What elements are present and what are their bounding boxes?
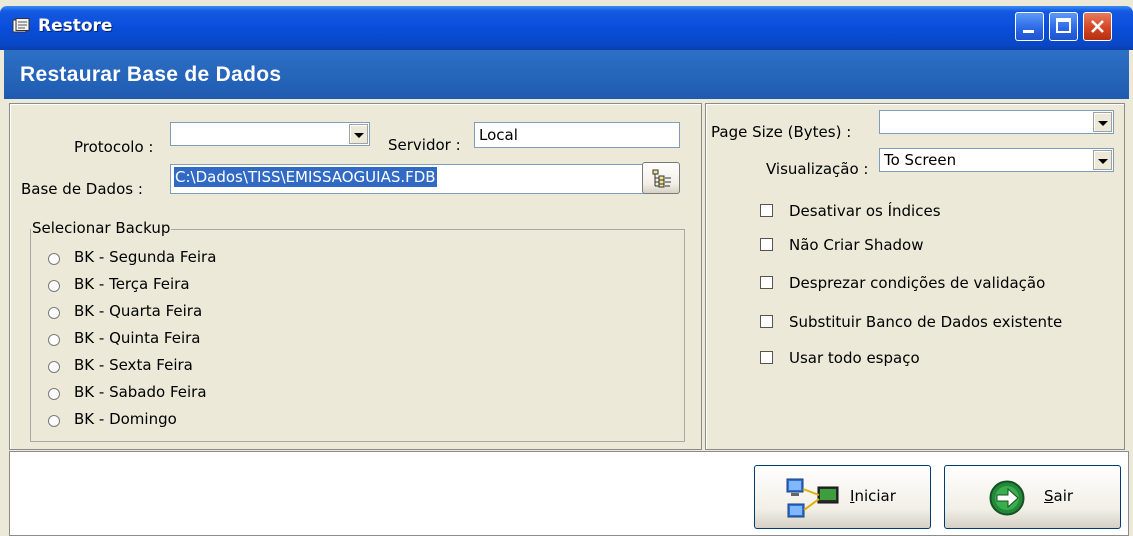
checkbox-nao-criar-shadow[interactable] — [760, 238, 773, 251]
servidor-label: Servidor : — [388, 136, 461, 154]
arrow-right-circle-icon — [989, 480, 1025, 516]
checkbox-desativar-indices[interactable] — [760, 204, 773, 217]
page-size-label: Page Size (Bytes) : — [711, 123, 852, 141]
radio-label: BK - Domingo — [74, 410, 177, 428]
radio-label: BK - Segunda Feira — [74, 248, 217, 266]
radio-sexta[interactable] — [48, 361, 60, 373]
sair-button[interactable]: Sair — [944, 465, 1121, 529]
radio-label: BK - Sabado Feira — [74, 383, 207, 401]
backup-group-label: Selecionar Backup — [31, 219, 172, 237]
radio-quarta[interactable] — [48, 307, 60, 319]
checkbox-label: Usar todo espaço — [789, 349, 920, 367]
tree-browse-icon — [652, 169, 671, 188]
checkbox-desprezar-validacao[interactable] — [760, 276, 773, 289]
window-app-icon — [12, 18, 30, 33]
base-value: C:\Dados\TISS\EMISSAOGUIAS.FDB — [174, 167, 437, 187]
checkbox-label: Desativar os Índices — [789, 202, 941, 220]
checkbox-label: Desprezar condições de validação — [789, 274, 1046, 292]
title-bar[interactable] — [0, 6, 1133, 50]
network-computers-icon — [786, 478, 839, 518]
page-size-select[interactable] — [879, 110, 1114, 134]
minimize-button[interactable] — [1015, 12, 1044, 41]
visualizacao-value: To Screen — [884, 151, 957, 169]
visualizacao-label: Visualização : — [766, 160, 869, 178]
chevron-down-icon[interactable] — [1093, 112, 1112, 132]
radio-sabado[interactable] — [48, 388, 60, 400]
radio-label: BK - Sexta Feira — [74, 356, 193, 374]
radio-label: BK - Quinta Feira — [74, 329, 201, 347]
restore-window: Restore Restaurar Base de Dados Protocol… — [0, 0, 1133, 536]
close-icon — [1091, 20, 1104, 33]
maximize-icon — [1056, 18, 1071, 33]
close-button[interactable] — [1083, 12, 1112, 41]
minimize-icon — [1023, 30, 1034, 33]
radio-terca[interactable] — [48, 280, 60, 292]
radio-label: BK - Quarta Feira — [74, 302, 203, 320]
checkbox-usar-todo-espaco[interactable] — [760, 351, 773, 364]
iniciar-button[interactable]: Iniciar — [754, 465, 931, 529]
radio-quinta[interactable] — [48, 334, 60, 346]
maximize-button[interactable] — [1049, 12, 1078, 41]
chevron-down-icon[interactable] — [349, 124, 368, 144]
protocolo-label: Protocolo : — [74, 138, 154, 156]
servidor-input[interactable]: Local — [474, 122, 680, 148]
protocolo-select[interactable] — [170, 122, 370, 146]
radio-label: BK - Terça Feira — [74, 275, 190, 293]
radio-domingo[interactable] — [48, 415, 60, 427]
window-title: Restore — [38, 16, 113, 36]
radio-segunda[interactable] — [48, 253, 60, 265]
checkbox-label: Não Criar Shadow — [789, 236, 924, 254]
page-title: Restaurar Base de Dados — [20, 63, 282, 86]
sair-label: Sair — [1044, 487, 1074, 505]
visualizacao-select[interactable]: To Screen — [879, 148, 1114, 172]
checkbox-substituir-banco[interactable] — [760, 315, 773, 328]
base-label: Base de Dados : — [21, 180, 143, 198]
chevron-down-icon[interactable] — [1093, 150, 1112, 170]
base-input[interactable]: C:\Dados\TISS\EMISSAOGUIAS.FDB — [170, 164, 656, 194]
checkbox-label: Substituir Banco de Dados existente — [789, 313, 1063, 331]
browse-button[interactable] — [642, 162, 680, 194]
iniciar-label: Iniciar — [850, 487, 896, 505]
